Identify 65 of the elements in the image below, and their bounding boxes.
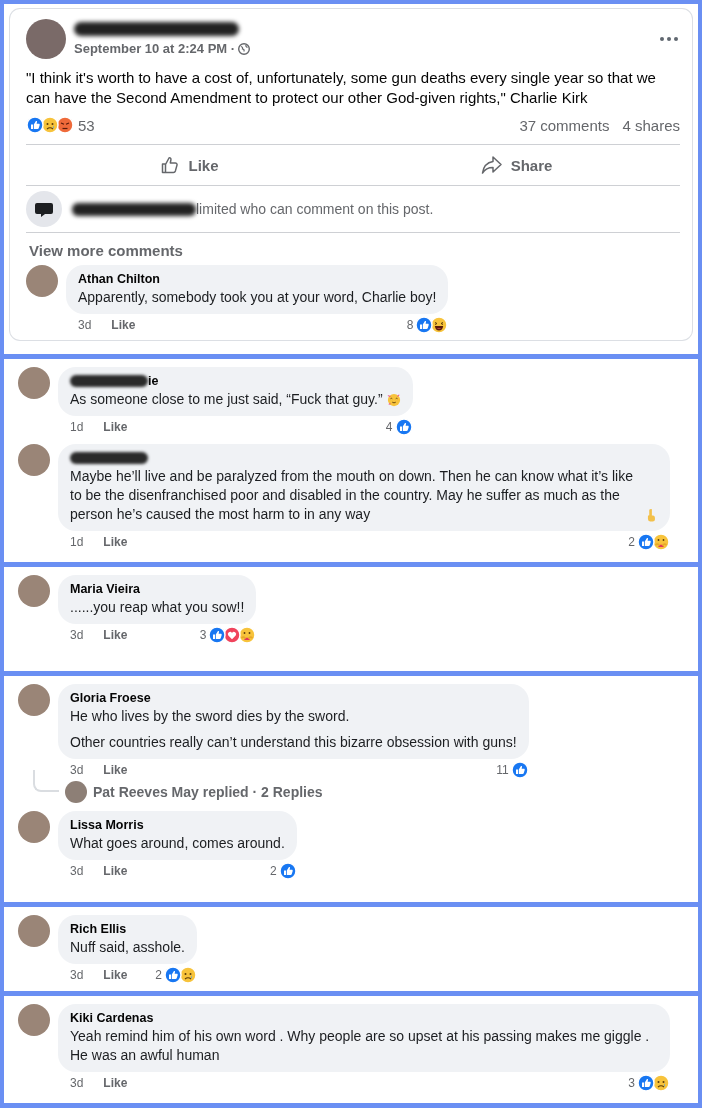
like-link[interactable]: Like bbox=[103, 628, 128, 642]
view-more-comments-link[interactable]: View more comments bbox=[26, 233, 680, 265]
avatar[interactable] bbox=[18, 444, 50, 476]
comment-text: Maybe he’ll live and be paralyzed from the mouth on down. Then he can know what it’s like to be the disenfranchised poor and disabled in the country. May he suffer as much as the person he’s caused the most harm to in any way bbox=[70, 467, 634, 524]
commenter-name[interactable]: Athan Chilton bbox=[78, 272, 160, 286]
speech-bubble-icon bbox=[26, 191, 62, 227]
reaction-count[interactable]: 53 bbox=[78, 116, 95, 134]
thumbs-up-icon bbox=[160, 155, 181, 175]
reaction-count[interactable]: 8 bbox=[406, 318, 414, 332]
like-link[interactable]: Like bbox=[111, 318, 136, 332]
like-button[interactable]: Like bbox=[26, 145, 353, 185]
post-timestamp[interactable]: September 10 at 2:24 PM · bbox=[74, 41, 236, 56]
avatar[interactable] bbox=[18, 1004, 50, 1036]
avatar[interactable] bbox=[26, 19, 66, 59]
reaction-count[interactable]: 2 bbox=[155, 968, 162, 982]
avatar[interactable] bbox=[18, 367, 50, 399]
comment-restriction-notice: limited who can comment on this post. bbox=[196, 201, 434, 217]
avatar[interactable] bbox=[18, 575, 50, 607]
like-link[interactable]: Like bbox=[103, 1076, 128, 1090]
comment-text: What goes around, comes around. bbox=[70, 834, 285, 853]
comment-text: Yeah remind him of his own word . Why people are so upset at his passing makes me giggle . He was an awful human bbox=[70, 1027, 651, 1065]
comment-text: Nuff said, asshole. bbox=[70, 938, 185, 957]
like-link[interactable]: Like bbox=[103, 968, 128, 982]
comment-text: ......you reap what you sow!! bbox=[70, 598, 245, 617]
like-link[interactable]: Like bbox=[103, 864, 128, 878]
comment-text: As someone close to me just said, “Fuck that guy.” bbox=[70, 390, 383, 409]
share-button[interactable]: Share bbox=[353, 145, 680, 185]
commenter-name[interactable]: Maria Vieira bbox=[70, 582, 140, 596]
reaction-count[interactable]: 2 bbox=[270, 864, 277, 878]
commenter-name[interactable]: ie bbox=[148, 374, 159, 388]
comment-time[interactable]: 1d bbox=[70, 420, 84, 434]
reaction-count[interactable]: 3 bbox=[628, 1076, 635, 1090]
reaction-count[interactable]: 2 bbox=[628, 535, 635, 549]
avatar[interactable] bbox=[18, 684, 50, 716]
commenter-name[interactable]: Rich Ellis bbox=[70, 922, 127, 936]
comments-count[interactable]: 37 comments bbox=[519, 116, 610, 134]
like-link[interactable]: Like bbox=[103, 535, 128, 549]
shares-count[interactable]: 4 shares bbox=[622, 116, 680, 134]
post-text: "I think it's worth to have a cost of, unfortunately, some gun deaths every single year so that we can have the Second Amendment to protect our other God-given rights," Charlie Kirk bbox=[26, 68, 657, 108]
comment-time[interactable]: 3d bbox=[70, 864, 84, 878]
comment-time[interactable]: 1d bbox=[70, 535, 84, 549]
more-options-icon[interactable] bbox=[658, 35, 680, 43]
like-link[interactable]: Like bbox=[103, 763, 128, 777]
like-link[interactable]: Like bbox=[103, 420, 128, 434]
reply-thread-line bbox=[33, 770, 59, 792]
commenter-name[interactable]: Lissa Morris bbox=[70, 818, 144, 832]
comment-time[interactable]: 3d bbox=[70, 763, 84, 777]
avatar[interactable] bbox=[26, 265, 58, 297]
reaction-count[interactable]: 11 bbox=[496, 763, 509, 777]
comment-time[interactable]: 3d bbox=[78, 318, 92, 332]
replies-link[interactable]: Pat Reeves May replied · 2 Replies bbox=[93, 784, 323, 800]
avatar[interactable] bbox=[18, 915, 50, 947]
comment-time[interactable]: 3d bbox=[70, 1076, 84, 1090]
avatar[interactable] bbox=[18, 811, 50, 843]
commenter-name[interactable]: Gloria Froese bbox=[70, 691, 151, 705]
comment-text: He who lives by the sword dies by the sword. bbox=[70, 707, 350, 726]
avatar bbox=[65, 781, 87, 803]
comment-text: Apparently, somebody took you at your word, Charlie boy! bbox=[78, 288, 437, 307]
reaction-count[interactable]: 4 bbox=[385, 420, 393, 434]
comment-time[interactable]: 3d bbox=[70, 628, 84, 642]
reaction-count[interactable]: 3 bbox=[199, 628, 207, 642]
comment-text: Other countries really can’t understand this bizarre obsession with guns! bbox=[70, 733, 517, 752]
commenter-name[interactable]: Kiki Cardenas bbox=[70, 1011, 154, 1025]
comment-time[interactable]: 3d bbox=[70, 968, 84, 982]
share-arrow-icon bbox=[480, 155, 503, 175]
